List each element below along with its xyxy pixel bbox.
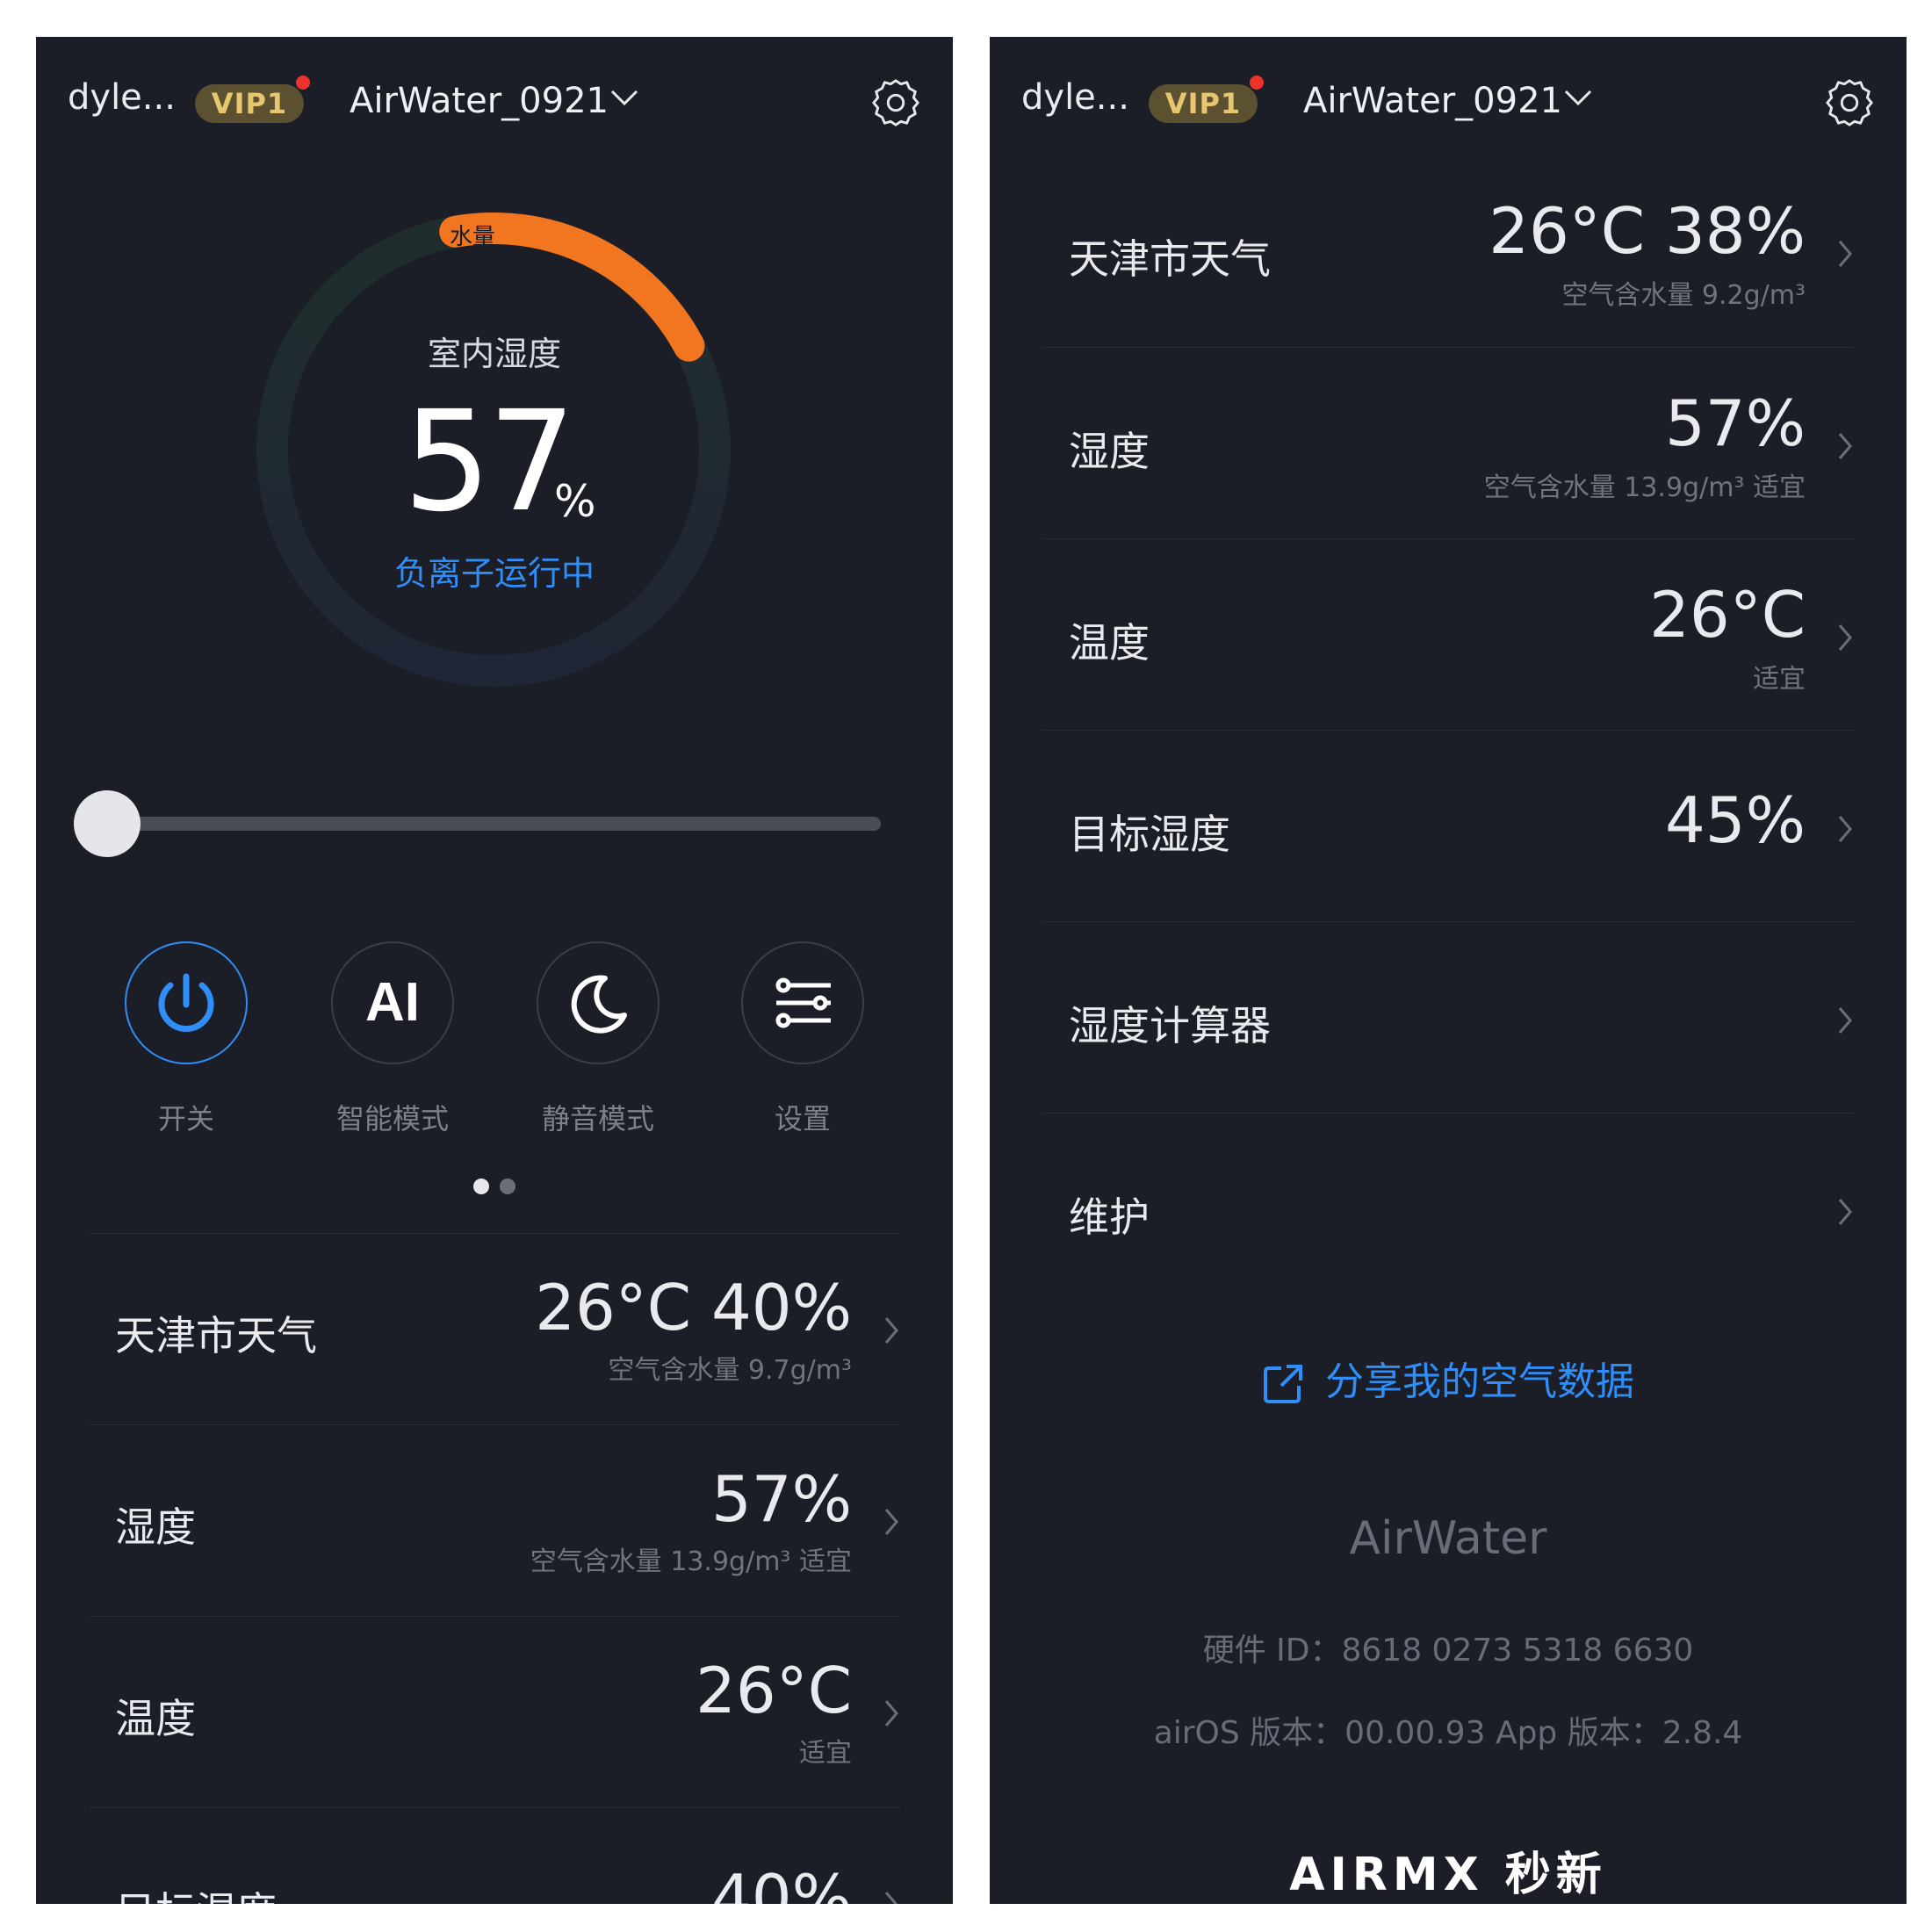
humidity-row[interactable]: 湿度 57% 空气含水量 13.9g/m³ 适宜 [1042, 347, 1854, 539]
chevron-right-icon [1838, 624, 1852, 651]
row-title: 目标湿度 [115, 1880, 277, 1904]
target-humidity-row[interactable]: 目标湿度 40% [89, 1807, 900, 1904]
power-icon [158, 973, 214, 1032]
row-title: 温度 [115, 1695, 196, 1742]
row-value: 57% [1664, 386, 1806, 460]
main-panel: dyle... VIP1 AirWater_0921 水量 室内湿度 57 % … [36, 37, 953, 1904]
chevron-right-icon [1838, 816, 1852, 842]
mode-label-ai: 智能模式 [335, 1102, 449, 1135]
humidity-calculator-row[interactable]: 湿度计算器 [1042, 921, 1854, 1114]
row-subtext: 空气含水量 9.7g/m³ [608, 1355, 852, 1386]
row-title: 目标湿度 [1069, 811, 1230, 858]
page-indicator [473, 1179, 526, 1198]
row-title: 天津市天气 [115, 1312, 317, 1359]
mode-label-silent: 静音模式 [541, 1102, 654, 1135]
temperature-row[interactable]: 温度 26°C 适宜 [89, 1616, 900, 1808]
row-value: 26°C 40% [535, 1271, 852, 1344]
page-dot[interactable] [500, 1179, 515, 1194]
target-humidity-row[interactable]: 目标湿度 45% [1042, 730, 1854, 922]
notification-dot [296, 76, 310, 90]
header: dyle... VIP1 AirWater_0921 [990, 37, 1907, 169]
row-value: 57% [710, 1462, 852, 1536]
gear-icon[interactable] [1822, 76, 1877, 130]
row-value: 40% [710, 1861, 852, 1904]
product-name: AirWater [1349, 1512, 1547, 1565]
chevron-right-icon [1838, 1007, 1852, 1034]
row-title: 维护 [1069, 1193, 1150, 1241]
share-air-data-link[interactable]: 分享我的空气数据 [990, 1350, 1907, 1406]
dial-title: 室内湿度 [427, 335, 561, 373]
weather-row[interactable]: 天津市天气 26°C 40% 空气含水量 9.7g/m³ [89, 1233, 900, 1425]
hardware-id: 硬件 ID：8618 0273 5318 6630 [1202, 1633, 1694, 1669]
row-subtext: 适宜 [799, 1738, 852, 1769]
chevron-right-icon [1838, 433, 1852, 459]
ai-mode-button[interactable]: AI [331, 941, 454, 1064]
row-subtext: 空气含水量 13.9g/m³ 适宜 [1483, 472, 1806, 503]
row-value: 26°C [696, 1654, 852, 1727]
mode-label-power: 开关 [157, 1102, 214, 1135]
water-level-label: 水量 [450, 224, 496, 250]
device-name[interactable]: AirWater_0921 [1303, 81, 1562, 121]
gear-icon[interactable] [869, 76, 923, 130]
humidity-row[interactable]: 湿度 57% 空气含水量 13.9g/m³ 适宜 [89, 1424, 900, 1617]
row-value: 26°C [1649, 578, 1806, 652]
row-value: 26°C 38% [1489, 194, 1806, 268]
notification-dot [1250, 76, 1264, 90]
header: dyle... VIP1 AirWater_0921 [36, 37, 953, 169]
vip-badge[interactable]: VIP1 [195, 84, 304, 123]
row-title: 湿度计算器 [1069, 1002, 1271, 1049]
row-title: 湿度 [1069, 428, 1150, 475]
ai-icon: AI [365, 972, 420, 1033]
username[interactable]: dyle... [1021, 77, 1129, 118]
row-title: 天津市天气 [1069, 235, 1271, 283]
humidity-unit: % [554, 476, 596, 527]
row-subtext: 空气含水量 9.2g/m³ [1561, 280, 1806, 311]
share-label: 分享我的空气数据 [1325, 1359, 1634, 1404]
sliders-icon [775, 977, 831, 1028]
speed-slider-track[interactable] [106, 817, 881, 831]
power-button[interactable] [125, 941, 248, 1064]
temperature-row[interactable]: 温度 26°C 适宜 [1042, 538, 1854, 731]
vip-badge[interactable]: VIP1 [1149, 84, 1258, 123]
device-name[interactable]: AirWater_0921 [350, 81, 609, 121]
row-subtext: 空气含水量 13.9g/m³ 适宜 [530, 1546, 852, 1577]
chevron-down-icon[interactable] [609, 88, 640, 109]
chevron-down-icon[interactable] [1562, 88, 1594, 109]
silent-mode-button[interactable] [537, 941, 660, 1064]
humidity-value: 57 [403, 381, 576, 543]
page-dot-active[interactable] [473, 1179, 489, 1194]
chevron-right-icon [884, 1700, 898, 1727]
settings-mode-button[interactable] [741, 941, 864, 1064]
chevron-right-icon [1838, 241, 1852, 267]
maintenance-row[interactable]: 维护 [1042, 1113, 1854, 1305]
version-info: airOS 版本：00.00.93 App 版本：2.8.4 [1153, 1715, 1743, 1751]
username[interactable]: dyle... [68, 77, 176, 118]
detail-panel: dyle... VIP1 AirWater_0921 天津市天气 26°C 38… [990, 37, 1907, 1904]
row-title: 温度 [1069, 619, 1150, 667]
share-icon [1264, 1365, 1302, 1403]
mode-label-settings: 设置 [774, 1102, 831, 1135]
chevron-right-icon [884, 1509, 898, 1535]
row-title: 湿度 [115, 1503, 196, 1551]
moon-icon [571, 975, 627, 1034]
chevron-right-icon [884, 1892, 898, 1904]
airmx-logo: AIRMX 秒新 [1289, 1849, 1607, 1901]
row-subtext: 适宜 [1753, 664, 1806, 695]
speed-slider-handle[interactable] [74, 790, 141, 857]
chevron-right-icon [884, 1317, 898, 1344]
row-value: 45% [1664, 783, 1806, 857]
ion-status: 负离子运行中 [393, 554, 595, 593]
chevron-right-icon [1838, 1199, 1852, 1225]
weather-row[interactable]: 天津市天气 26°C 38% 空气含水量 9.2g/m³ [1042, 155, 1854, 347]
